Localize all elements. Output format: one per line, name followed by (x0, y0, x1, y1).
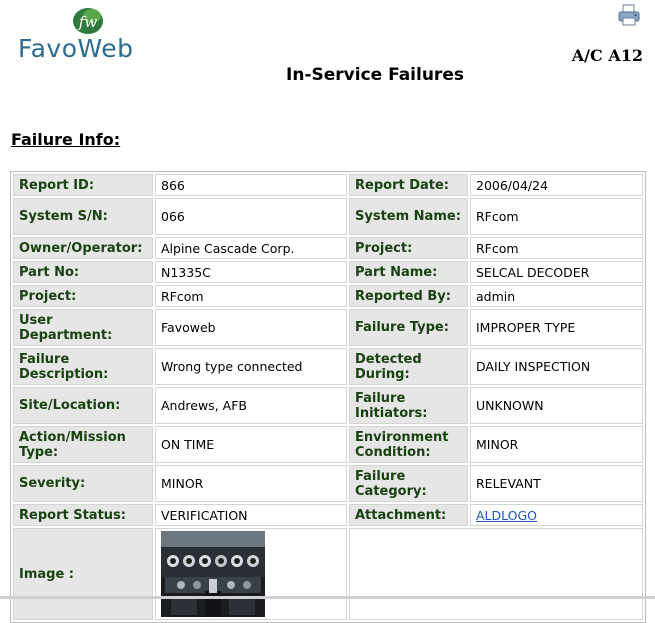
failure-description-value: Wrong type connected (155, 348, 347, 385)
part-no-value: N1335C (155, 261, 347, 283)
report-id-label: Report ID: (13, 174, 153, 196)
table-row: Part No: N1335C Part Name: SELCAL DECODE… (13, 261, 643, 283)
failure-category-value: RELEVANT (470, 465, 643, 502)
project-label: Project: (13, 285, 153, 307)
page-title: In-Service Failures (286, 65, 464, 85)
report-id-value: 866 (155, 174, 347, 196)
system-name-label: System Name: (349, 198, 468, 235)
table-row: User Department: Favoweb Failure Type: I… (13, 309, 643, 346)
printer-icon[interactable] (617, 4, 641, 26)
action-mission-type-label: Action/Mission Type: (13, 426, 153, 463)
failure-info-table: Report ID: 866 Report Date: 2006/04/24 S… (10, 171, 646, 623)
failure-category-label: Failure Category: (349, 465, 468, 502)
table-row: Report Status: VERIFICATION Attachment: … (13, 504, 643, 526)
report-status-label: Report Status: (13, 504, 153, 526)
attachment-label: Attachment: (349, 504, 468, 526)
report-date-label: Report Date: (349, 174, 468, 196)
part-name-value: SELCAL DECODER (470, 261, 643, 283)
failure-initiators-value: UNKNOWN (470, 387, 643, 424)
table-row: Severity: MINOR Failure Category: RELEVA… (13, 465, 643, 502)
site-location-value: Andrews, AFB (155, 387, 347, 424)
site-location-label: Site/Location: (13, 387, 153, 424)
user-department-value: Favoweb (155, 309, 347, 346)
logo-monogram-icon: fw (73, 8, 103, 34)
table-row: Site/Location: Andrews, AFB Failure Init… (13, 387, 643, 424)
part-name-label: Part Name: (349, 261, 468, 283)
image-row: Image : (13, 528, 643, 620)
reported-by-label: Reported By: (349, 285, 468, 307)
failure-description-label: Failure Description: (13, 348, 153, 385)
table-row: Project: RFcom Reported By: admin (13, 285, 643, 307)
table-row: Action/Mission Type: ON TIME Environment… (13, 426, 643, 463)
owner-operator-label: Owner/Operator: (13, 237, 153, 259)
environment-condition-label: Environment Condition: (349, 426, 468, 463)
table-row: Failure Description: Wrong type connecte… (13, 348, 643, 385)
detected-during-label: Detected During: (349, 348, 468, 385)
detected-during-value: DAILY INSPECTION (470, 348, 643, 385)
logo-text: FavoWeb (18, 34, 134, 63)
aircraft-label: A/C A12 (571, 46, 643, 65)
report-date-value: 2006/04/24 (470, 174, 643, 196)
cockpit-photo-icon[interactable] (161, 531, 265, 617)
failure-initiators-label: Failure Initiators: (349, 387, 468, 424)
image-cell (155, 528, 347, 620)
empty-cell (349, 528, 643, 620)
attachment-cell: ALDLOGO (470, 504, 643, 526)
severity-value: MINOR (155, 465, 347, 502)
report-status-value: VERIFICATION (155, 504, 347, 526)
table-row: Report ID: 866 Report Date: 2006/04/24 (13, 174, 643, 196)
system-sn-label: System S/N: (13, 198, 153, 235)
svg-text:fw: fw (78, 13, 98, 31)
project-value: RFcom (155, 285, 347, 307)
table-row: System S/N: 066 System Name: RFcom (13, 198, 643, 235)
image-label: Image : (13, 528, 153, 620)
table-row: Owner/Operator: Alpine Cascade Corp. Pro… (13, 237, 643, 259)
system-sn-value: 066 (155, 198, 347, 235)
environment-condition-value: MINOR (470, 426, 643, 463)
severity-label: Severity: (13, 465, 153, 502)
project-label: Project: (349, 237, 468, 259)
failure-type-label: Failure Type: (349, 309, 468, 346)
reported-by-value: admin (470, 285, 643, 307)
failure-type-value: IMPROPER TYPE (470, 309, 643, 346)
favoweb-logo: fw FavoWeb (18, 4, 178, 64)
system-name-value: RFcom (470, 198, 643, 235)
action-mission-type-value: ON TIME (155, 426, 347, 463)
user-department-label: User Department: (13, 309, 153, 346)
owner-operator-value: Alpine Cascade Corp. (155, 237, 347, 259)
project-value: RFcom (470, 237, 643, 259)
attachment-link[interactable]: ALDLOGO (476, 508, 537, 523)
part-no-label: Part No: (13, 261, 153, 283)
section-title: Failure Info: (11, 130, 121, 149)
